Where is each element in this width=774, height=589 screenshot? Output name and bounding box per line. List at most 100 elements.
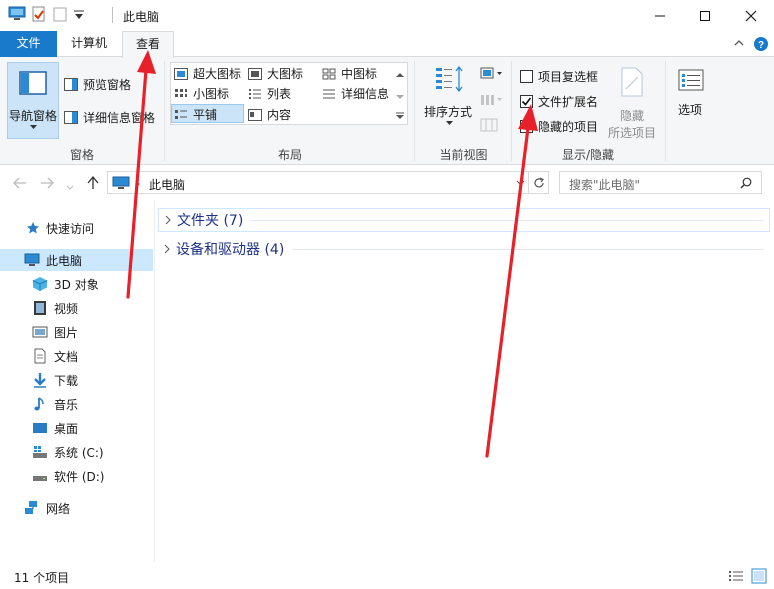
search-box[interactable]: 搜索"此电脑" [559, 171, 762, 194]
group-divider [251, 219, 763, 221]
tab-view[interactable]: 查看 [122, 31, 174, 58]
hide-selected-icon [621, 67, 643, 97]
nav-music[interactable]: 音乐 [32, 393, 78, 415]
sort-by-button[interactable]: 排序方式 [420, 61, 478, 131]
extra-large-icons-icon [174, 67, 188, 80]
item-checkboxes-toggle[interactable]: 项目复选框 [520, 68, 598, 85]
group-header-folders[interactable]: 文件夹 (7) [158, 208, 770, 232]
nav-pictures[interactable]: 图片 [32, 321, 78, 343]
file-extensions-label: 文件扩展名 [538, 95, 599, 109]
nav-quick-access[interactable]: 快速访问 [0, 217, 153, 239]
3d-objects-icon [32, 277, 48, 291]
back-icon[interactable] [13, 177, 27, 192]
layout-large-icons[interactable]: 大图标 [248, 65, 303, 82]
minimize-icon [655, 15, 665, 16]
group-label-show-hide: 显示/隐藏 [561, 148, 615, 162]
ribbon-tab-row: 文件 计算机 查看 ? [0, 31, 774, 58]
layout-extra-large-icons[interactable]: 超大图标 [174, 65, 241, 82]
details-pane-button[interactable]: 详细信息窗格 [64, 109, 155, 126]
small-icons-icon [175, 88, 187, 97]
chevron-down-icon [396, 95, 404, 99]
layout-label: 列表 [267, 87, 292, 101]
item-checkboxes-checkbox[interactable] [520, 70, 533, 83]
network-icon [25, 501, 37, 514]
nav-label: 音乐 [54, 397, 79, 412]
customize-toolbar-icon[interactable] [72, 10, 86, 20]
tab-computer[interactable]: 计算机 [60, 31, 118, 57]
layout-expand[interactable] [396, 109, 404, 123]
layout-small-icons[interactable]: 小图标 [174, 85, 229, 102]
options-button[interactable]: 选项 [670, 65, 714, 125]
chevron-right-icon[interactable] [158, 244, 176, 254]
drive-icon [33, 476, 47, 481]
nav-system-c[interactable]: 系统 (C:) [32, 441, 104, 463]
recent-locations-icon[interactable] [66, 180, 74, 194]
layout-tiles[interactable]: 平铺 [174, 106, 217, 123]
layout-scroll-down[interactable] [396, 89, 404, 103]
details-view-icon[interactable] [728, 570, 744, 585]
tab-file[interactable]: 文件 [0, 31, 57, 57]
preview-pane-button[interactable]: 预览窗格 [64, 76, 131, 93]
star-icon [27, 222, 39, 234]
group-by-button[interactable] [480, 66, 504, 85]
details-icon [323, 89, 335, 98]
layout-details[interactable]: 详细信息 [322, 85, 389, 102]
pictures-icon [32, 326, 48, 338]
layout-label: 大图标 [267, 67, 304, 81]
ribbon-view: 导航窗格 预览窗格 详细信息窗格 窗格 超大图标 大图标 中图标 小图标 列表 … [0, 57, 774, 165]
hidden-items-checkbox[interactable] [520, 120, 533, 133]
layout-label: 小图标 [193, 87, 230, 101]
properties-icon[interactable] [31, 6, 47, 22]
chevron-down-icon [516, 180, 525, 186]
address-bar[interactable]: 此电脑 [107, 171, 529, 194]
group-header-devices[interactable]: 设备和驱动器 (4) [158, 237, 770, 261]
nav-3d-objects[interactable]: 3D 对象 [32, 273, 99, 295]
new-folder-icon[interactable] [52, 6, 68, 22]
maximize-button[interactable] [682, 0, 728, 31]
title-separator [112, 7, 113, 23]
address-row: 此电脑 搜索"此电脑" [0, 166, 774, 200]
layout-list[interactable]: 列表 [248, 85, 291, 102]
layout-label: 内容 [267, 108, 292, 122]
forward-icon[interactable] [40, 177, 54, 192]
file-extensions-checkbox[interactable] [520, 95, 533, 108]
nav-this-pc[interactable]: 此电脑 [0, 249, 153, 271]
nav-label: 桌面 [54, 421, 79, 436]
layout-scroll-up[interactable] [396, 67, 404, 81]
chevron-right-icon[interactable] [159, 215, 177, 225]
nav-downloads[interactable]: 下载 [32, 369, 78, 391]
collapse-ribbon-icon[interactable] [733, 37, 745, 52]
chevron-down-icon [446, 121, 453, 125]
help-icon[interactable]: ? [753, 36, 769, 55]
status-bar: 11 个项目 [0, 562, 774, 589]
group-label-panes: 窗格 [69, 148, 94, 162]
checkmark-icon [521, 97, 532, 106]
desktop-icon [33, 423, 47, 433]
sort-by-label: 排序方式 [424, 105, 473, 119]
nav-label: 快速访问 [46, 221, 95, 236]
layout-medium-icons[interactable]: 中图标 [322, 65, 377, 82]
address-path[interactable]: 此电脑 [149, 176, 185, 193]
nav-label: 图片 [54, 325, 79, 340]
up-icon[interactable] [87, 175, 99, 193]
minimize-button[interactable] [637, 0, 683, 31]
close-button[interactable] [728, 0, 774, 31]
navigation-pane: 快速访问 此电脑 3D 对象 视频 图片 文档 下载 音乐 桌面 系统 (C:)… [0, 200, 155, 562]
nav-videos[interactable]: 视频 [32, 297, 78, 319]
nav-documents[interactable]: 文档 [32, 345, 78, 367]
nav-label: 网络 [46, 501, 71, 516]
hidden-items-toggle[interactable]: 隐藏的项目 [520, 118, 598, 135]
nav-label: 3D 对象 [54, 277, 99, 292]
computer-icon [24, 253, 40, 266]
nav-software-d[interactable]: 软件 (D:) [32, 465, 104, 487]
refresh-button[interactable] [529, 171, 549, 194]
layout-content[interactable]: 内容 [248, 106, 291, 123]
large-icons-view-icon[interactable] [751, 568, 767, 587]
navigation-pane-button[interactable]: 导航窗格 [7, 62, 59, 139]
layout-label: 超大图标 [193, 67, 242, 81]
chevron-down-icon [30, 125, 37, 129]
nav-desktop[interactable]: 桌面 [32, 417, 78, 439]
nav-network[interactable]: 网络 [0, 497, 70, 519]
search-placeholder[interactable]: 搜索"此电脑" [569, 176, 640, 193]
file-extensions-toggle[interactable]: 文件扩展名 [520, 93, 598, 110]
